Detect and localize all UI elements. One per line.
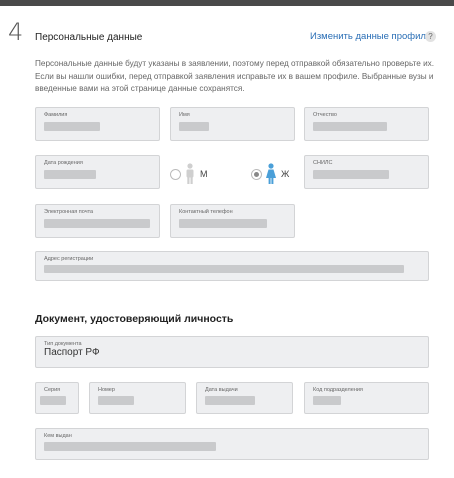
top-bar [0,0,454,6]
document-type-value: Паспорт РФ [44,347,100,358]
issue-date-label: Дата выдачи [205,387,238,393]
name-field[interactable]: Имя [170,107,295,141]
address-label: Адрес регистрации [44,256,94,262]
document-section-title: Документ, удостоверяющий личность [35,313,234,325]
division-code-field[interactable]: Код подразделения [304,382,429,414]
redacted-value [313,170,389,179]
series-field[interactable]: Серия [35,382,79,414]
number-label: Номер [98,387,115,393]
redacted-value [44,219,150,228]
intro-text: Персональные данные будут указаны в заяв… [35,59,435,93]
male-person-icon [186,163,194,184]
issue-date-field[interactable]: Дата выдачи [196,382,293,414]
document-type-select[interactable]: Тип документа Паспорт РФ [35,336,429,368]
redacted-value [313,396,341,405]
snils-label: СНИЛС [313,160,333,166]
surname-field[interactable]: Фамилия [35,107,160,141]
phone-label: Контактный телефон [179,209,233,215]
female-person-icon [266,163,276,184]
redacted-value [98,396,134,405]
female-label: Ж [281,169,290,179]
redacted-value [40,396,66,405]
redacted-value [44,170,96,179]
redacted-value [44,442,216,451]
patronymic-label: Отчество [313,112,337,118]
phone-field[interactable]: Контактный телефон [170,204,295,238]
male-label: М [200,169,208,179]
redacted-value [44,122,100,131]
gender-female-option[interactable]: Ж [251,163,289,185]
redacted-value [179,122,209,131]
birthdate-field[interactable]: Дата рождения [35,155,160,189]
change-profile-link[interactable]: Изменить данные профиля [310,31,431,42]
gender-male-option[interactable]: М [170,163,208,185]
birthdate-label: Дата рождения [44,160,83,166]
snils-field[interactable]: СНИЛС [304,155,429,189]
series-label: Серия [44,387,61,393]
redacted-value [179,219,267,228]
email-label: Электронная почта [44,209,94,215]
number-field[interactable]: Номер [89,382,186,414]
issued-by-label: Кем выдан [44,433,72,439]
male-radio[interactable] [170,168,181,180]
redacted-value [205,396,255,405]
redacted-value [313,122,387,131]
redacted-value [44,265,404,273]
name-label: Имя [179,112,190,118]
email-field[interactable]: Электронная почта [35,204,160,238]
patronymic-field[interactable]: Отчество [304,107,429,141]
help-icon[interactable]: ? [425,31,436,42]
step-number: 4 [8,18,24,46]
issued-by-field[interactable]: Кем выдан [35,428,429,460]
division-code-label: Код подразделения [313,387,363,393]
surname-label: Фамилия [44,112,68,118]
section-title: Персональные данные [35,32,143,43]
female-radio[interactable] [251,168,262,180]
address-field[interactable]: Адрес регистрации [35,251,429,281]
